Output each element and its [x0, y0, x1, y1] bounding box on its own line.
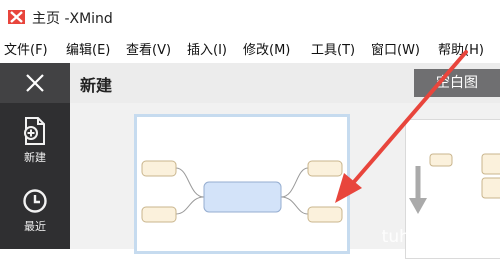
sidebar-item-label: 最近	[24, 220, 46, 233]
menu-help[interactable]: 帮助(H)	[438, 39, 484, 58]
mind-map-preview	[141, 160, 343, 223]
clock-icon	[23, 189, 47, 213]
menu-file[interactable]: 文件(F)	[4, 39, 48, 58]
sidebar-item-new[interactable]: 新建	[0, 117, 70, 165]
mind-map-template[interactable]	[134, 114, 350, 254]
blank-map-button[interactable]: 空白图	[414, 69, 500, 97]
template-gallery: tuhuaba.com	[70, 103, 500, 259]
menu-view[interactable]: 查看(V)	[126, 39, 171, 58]
close-icon	[26, 74, 44, 92]
menu-edit[interactable]: 编辑(E)	[66, 39, 110, 58]
menu-tools[interactable]: 工具(T)	[311, 39, 355, 58]
menu-insert[interactable]: 插入(I)	[187, 39, 227, 58]
window-title: 主页 -XMind	[32, 11, 113, 27]
close-button[interactable]	[0, 63, 70, 103]
menu-modify[interactable]: 修改(M)	[243, 39, 290, 58]
watermark-text: tuhuaba.com	[381, 227, 494, 247]
xmind-logo-icon	[8, 10, 25, 24]
sidebar-item-label: 新建	[24, 151, 46, 164]
new-file-icon	[24, 117, 45, 145]
page-title: 新建	[80, 76, 113, 95]
sidebar: 新建 最近	[0, 63, 70, 249]
menu-bar: 文件(F) 编辑(E) 查看(V) 插入(I) 修改(M) 工具(T) 窗口(W…	[0, 36, 500, 60]
menu-window[interactable]: 窗口(W)	[371, 39, 420, 58]
sidebar-item-recent[interactable]: 最近	[0, 188, 70, 234]
page-header: 新建 空白图	[70, 63, 500, 103]
title-bar: 主页 -XMind	[0, 0, 500, 34]
